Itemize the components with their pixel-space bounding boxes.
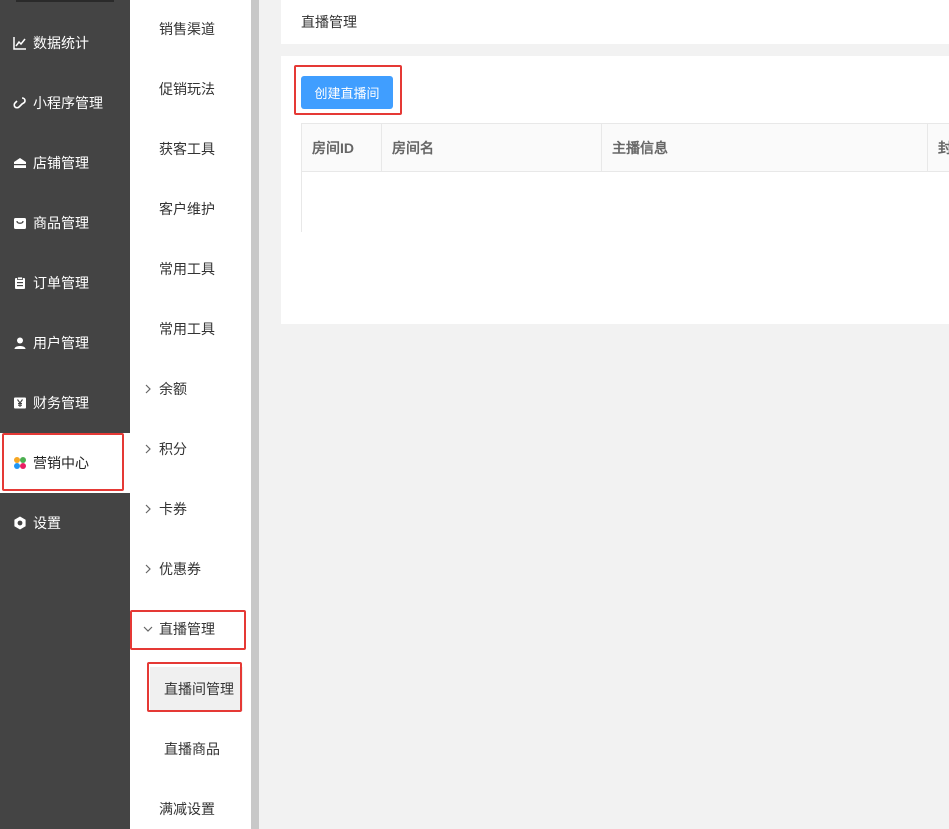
table-body-empty bbox=[302, 172, 949, 232]
nav-item-settings[interactable]: 设置 bbox=[0, 493, 130, 553]
nav2-item-cards[interactable]: 卡券 bbox=[130, 479, 251, 539]
column-header-room-id: 房间ID bbox=[302, 124, 382, 171]
nav2-item-coupons[interactable]: 优惠券 bbox=[130, 539, 251, 599]
nav2-sub-live-products[interactable]: 直播商品 bbox=[150, 727, 243, 771]
page-header: 直播管理 bbox=[281, 0, 949, 44]
store-icon bbox=[12, 155, 28, 171]
nav-item-miniprogram[interactable]: 小程序管理 bbox=[0, 73, 130, 133]
nav-item-marketing[interactable]: 营销中心 bbox=[0, 433, 130, 493]
nav-item-users[interactable]: 用户管理 bbox=[0, 313, 130, 373]
nav2-item-balance[interactable]: 余额 bbox=[130, 359, 251, 419]
nav2-item-discount-settings[interactable]: 满减设置 bbox=[130, 779, 251, 829]
nav-item-products[interactable]: 商品管理 bbox=[0, 193, 130, 253]
yuan-icon bbox=[12, 395, 28, 411]
chevron-right-icon bbox=[145, 564, 151, 574]
nav2-item-points[interactable]: 积分 bbox=[130, 419, 251, 479]
nav-item-label: 订单管理 bbox=[33, 275, 89, 291]
link-icon bbox=[12, 95, 28, 111]
nav2-item-promotion[interactable]: 促销玩法 bbox=[130, 59, 251, 119]
nav2-item-label: 满减设置 bbox=[159, 801, 215, 817]
main-panel: 创建直播间 房间ID 房间名 主播信息 封 bbox=[281, 56, 949, 324]
nav2-sub-label: 直播间管理 bbox=[164, 681, 234, 697]
settings-icon bbox=[12, 515, 28, 531]
nav2-item-customer-care[interactable]: 客户维护 bbox=[130, 179, 251, 239]
nav-item-label: 财务管理 bbox=[33, 395, 89, 411]
nav2-sub-live-room-management[interactable]: 直播间管理 bbox=[150, 667, 243, 711]
chevron-right-icon bbox=[145, 444, 151, 454]
nav-item-label: 数据统计 bbox=[33, 35, 89, 51]
nav-item-label: 店铺管理 bbox=[33, 155, 89, 171]
column-header-room-name: 房间名 bbox=[382, 124, 602, 171]
chevron-right-icon bbox=[145, 384, 151, 394]
nav2-item-label: 获客工具 bbox=[159, 141, 215, 157]
chart-line-icon bbox=[12, 35, 28, 51]
nav2-item-label: 直播管理 bbox=[159, 621, 215, 637]
column-header-anchor-info: 主播信息 bbox=[602, 124, 928, 171]
table-header: 房间ID 房间名 主播信息 封 bbox=[302, 124, 949, 172]
nav2-item-live-management[interactable]: 直播管理 bbox=[130, 599, 251, 659]
nav-item-label: 营销中心 bbox=[33, 455, 89, 471]
chevron-down-icon bbox=[143, 626, 153, 632]
nav2-sub-label: 直播商品 bbox=[164, 741, 220, 757]
column-header-cover: 封 bbox=[938, 139, 949, 156]
nav2-item-label: 销售渠道 bbox=[159, 21, 215, 37]
nav2-item-label: 促销玩法 bbox=[159, 81, 215, 97]
nav-item-store[interactable]: 店铺管理 bbox=[0, 133, 130, 193]
nav2-item-label: 积分 bbox=[159, 441, 187, 457]
nav-item-label: 用户管理 bbox=[33, 335, 89, 351]
chevron-right-icon bbox=[145, 504, 151, 514]
nav-item-label: 商品管理 bbox=[33, 215, 89, 231]
nav2-item-label: 客户维护 bbox=[159, 201, 215, 217]
nav-item-label: 小程序管理 bbox=[33, 95, 103, 111]
nav-item-data-stats[interactable]: 数据统计 bbox=[0, 13, 130, 73]
nav2-item-label: 余额 bbox=[159, 381, 187, 397]
page-title: 直播管理 bbox=[301, 14, 357, 30]
nav2-item-label: 卡券 bbox=[159, 501, 187, 517]
nav2-item-acquisition[interactable]: 获客工具 bbox=[130, 119, 251, 179]
create-live-room-button[interactable]: 创建直播间 bbox=[301, 76, 393, 109]
sidebar-top-divider bbox=[16, 0, 114, 2]
sidebar-scrollbar[interactable] bbox=[251, 0, 259, 829]
bag-icon bbox=[12, 215, 28, 231]
marketing-icon bbox=[12, 455, 28, 471]
primary-sidebar: 数据统计 小程序管理 店铺管理 商品管理 订单管理 用户管理 财务管理 营销中心… bbox=[0, 0, 130, 829]
nav2-item-label: 优惠券 bbox=[159, 561, 201, 577]
nav2-item-common-tools[interactable]: 常用工具 bbox=[130, 239, 251, 299]
nav-item-finance[interactable]: 财务管理 bbox=[0, 373, 130, 433]
user-icon bbox=[12, 335, 28, 351]
secondary-sidebar: 销售渠道 促销玩法 获客工具 客户维护 常用工具 常用工具 余额 积分 卡券 优… bbox=[130, 0, 251, 829]
clipboard-icon bbox=[12, 275, 28, 291]
live-room-table: 房间ID 房间名 主播信息 封 bbox=[301, 123, 949, 232]
nav2-item-label: 常用工具 bbox=[159, 261, 215, 277]
nav-item-label: 设置 bbox=[33, 515, 61, 531]
nav2-item-sales-channel[interactable]: 销售渠道 bbox=[130, 0, 251, 59]
nav2-item-label: 常用工具 bbox=[159, 321, 215, 337]
nav2-item-common-tools-2[interactable]: 常用工具 bbox=[130, 299, 251, 359]
nav-item-orders[interactable]: 订单管理 bbox=[0, 253, 130, 313]
